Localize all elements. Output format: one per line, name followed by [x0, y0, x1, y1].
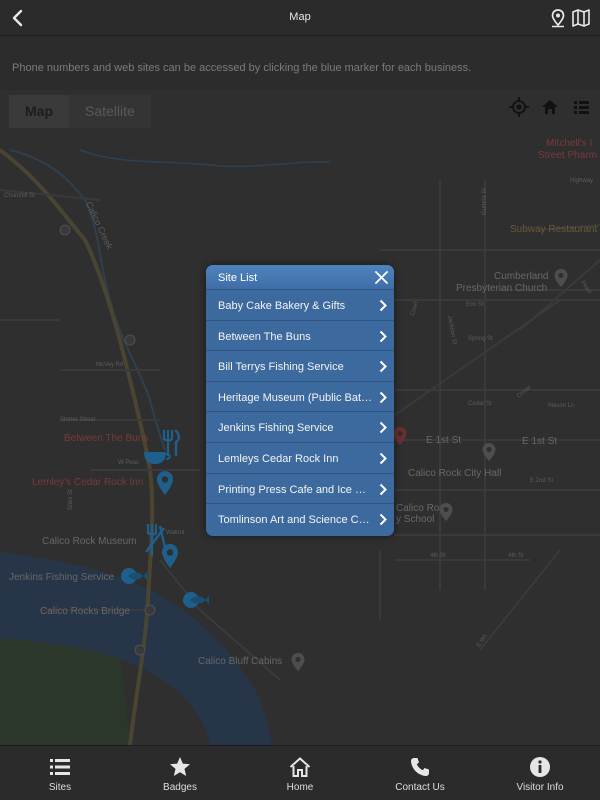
- church-pin-icon[interactable]: [553, 268, 569, 288]
- tab-visitor-info[interactable]: Visitor Info: [480, 746, 600, 800]
- map-type-satellite-button[interactable]: Satellite: [69, 95, 151, 128]
- site-list-item[interactable]: Jenkins Fishing Service: [206, 412, 394, 443]
- tab-label: Home: [286, 782, 314, 793]
- list-icon: [50, 759, 70, 775]
- map-label: Calico Bluff Cabins: [198, 656, 283, 667]
- map-label: 4th St: [508, 553, 524, 559]
- map-label: Presbyterian Church: [456, 283, 548, 294]
- map-label: 4th St: [430, 553, 446, 559]
- site-list-item[interactable]: Printing Press Cafe and Ice Cr…: [206, 473, 394, 505]
- fish-marker-icon[interactable]: [120, 566, 148, 586]
- chevron-right-icon: [379, 422, 387, 434]
- map-label: Between The Buns: [64, 433, 149, 444]
- tab-label: Badges: [163, 782, 197, 793]
- site-list-item-label: Tomlinson Art and Science Ce…: [218, 514, 373, 527]
- map-label: E 2nd St: [530, 478, 554, 484]
- map-label: Guthrie St: [482, 187, 488, 215]
- site-list-title: Site List: [218, 272, 258, 284]
- map-label: Stoner Street: [60, 417, 96, 423]
- site-list-dialog: Site List Baby Cake Bakery & Gifts Betwe…: [206, 265, 394, 536]
- home-icon: [289, 757, 311, 777]
- map-label: Cedar St: [468, 401, 492, 407]
- site-list-item[interactable]: Heritage Museum (Public Bat…: [206, 381, 394, 413]
- tab-contact-us[interactable]: Contact Us: [360, 746, 480, 800]
- site-list-header: Site List: [206, 265, 394, 290]
- site-list-item[interactable]: Tomlinson Art and Science Ce…: [206, 504, 394, 535]
- site-list-item-label: Heritage Museum (Public Bat…: [218, 391, 373, 404]
- site-list-item-label: Between The Buns: [218, 330, 311, 343]
- map-label: Elm St: [466, 302, 484, 308]
- site-list-item[interactable]: Lemleys Cedar Rock Inn: [206, 442, 394, 474]
- site-list: Baby Cake Bakery & Gifts Between The Bun…: [206, 290, 394, 535]
- map-label: Mason Ln: [548, 403, 575, 409]
- map-label: Jenkins Fishing Service: [9, 572, 115, 583]
- map-label: Calico Rock Museum: [42, 536, 137, 547]
- chevron-right-icon: [379, 299, 387, 312]
- list-icon[interactable]: [569, 95, 593, 119]
- tab-label: Sites: [48, 782, 72, 793]
- tab-label: Contact Us: [395, 782, 445, 793]
- map-label: E 1st St: [426, 435, 462, 446]
- map-label: Calico Rocks Bridge: [40, 606, 131, 617]
- restaurant-marker-icon[interactable]: [140, 428, 182, 468]
- lemleys-pin-icon[interactable]: [155, 470, 175, 496]
- star-icon: [170, 757, 190, 776]
- info-text: Phone numbers and web sites can be acces…: [12, 62, 472, 74]
- site-list-item-label: Bill Terrys Fishing Service: [218, 361, 344, 374]
- tab-label: Visitor Info: [516, 782, 564, 793]
- map-label: McVey Rd: [96, 362, 124, 368]
- tab-home[interactable]: Home: [240, 746, 360, 800]
- map-type-map-button[interactable]: Map: [9, 95, 69, 128]
- map-label: Sites St: [68, 489, 74, 510]
- site-list-item[interactable]: Bill Terrys Fishing Service: [206, 351, 394, 382]
- map-label: E 1st St: [522, 436, 558, 447]
- site-list-item-label: Jenkins Fishing Service: [218, 422, 334, 435]
- map-label: Street Pharm: [538, 150, 597, 161]
- info-banner: Phone numbers and web sites can be acces…: [0, 36, 600, 90]
- map-label: Lemley's Cedar Rock Inn: [32, 477, 144, 488]
- map-label: Spring St: [468, 336, 493, 342]
- map-label: Cumberland: [494, 271, 549, 282]
- close-icon[interactable]: [373, 269, 390, 286]
- phone-icon: [411, 758, 429, 776]
- city-hall-pin-icon[interactable]: [481, 442, 497, 462]
- map-label: y School: [396, 514, 435, 525]
- locate-icon[interactable]: [507, 95, 531, 119]
- home-icon[interactable]: [538, 95, 562, 119]
- map-label: Highway: [570, 178, 594, 184]
- map-label: Mitchell's I: [546, 138, 593, 149]
- folded-map-icon[interactable]: [571, 8, 591, 28]
- map-label: W Peac: [118, 460, 140, 466]
- site-list-item[interactable]: Between The Buns: [206, 320, 394, 352]
- fork-knife-marker-icon[interactable]: [144, 522, 170, 558]
- bottom-tab-bar: Sites Badges Home Contact Us Visitor Inf…: [0, 745, 600, 800]
- site-list-item-label: Lemleys Cedar Rock Inn: [218, 452, 339, 465]
- fish-marker-icon[interactable]: [182, 590, 210, 610]
- chevron-right-icon: [379, 330, 387, 342]
- chevron-right-icon: [379, 452, 387, 465]
- chevron-right-icon: [379, 391, 387, 403]
- site-list-item-label: Baby Cake Bakery & Gifts: [218, 300, 346, 312]
- school-pin-icon[interactable]: [438, 502, 454, 522]
- chevron-right-icon: [379, 483, 387, 495]
- site-list-item[interactable]: Baby Cake Bakery & Gifts: [206, 290, 394, 321]
- top-bar: Map: [0, 0, 600, 36]
- map-pin-icon[interactable]: [548, 8, 568, 28]
- tab-sites[interactable]: Sites: [0, 746, 120, 800]
- info-icon: [530, 757, 550, 777]
- cabins-pin-icon[interactable]: [290, 652, 306, 672]
- site-list-item-label: Printing Press Cafe and Ice Cr…: [218, 483, 373, 496]
- map-label: Calico Rock City Hall: [408, 468, 502, 479]
- tab-badges[interactable]: Badges: [120, 746, 240, 800]
- map-type-toggle: Map Satellite: [9, 95, 151, 128]
- map-label: Subway Restaurant: [510, 224, 598, 235]
- chevron-right-icon: [379, 513, 387, 526]
- chevron-right-icon: [379, 360, 387, 373]
- page-title: Map: [289, 11, 311, 23]
- map-label: Churchill St: [4, 193, 35, 199]
- business-pin-icon[interactable]: [392, 426, 408, 446]
